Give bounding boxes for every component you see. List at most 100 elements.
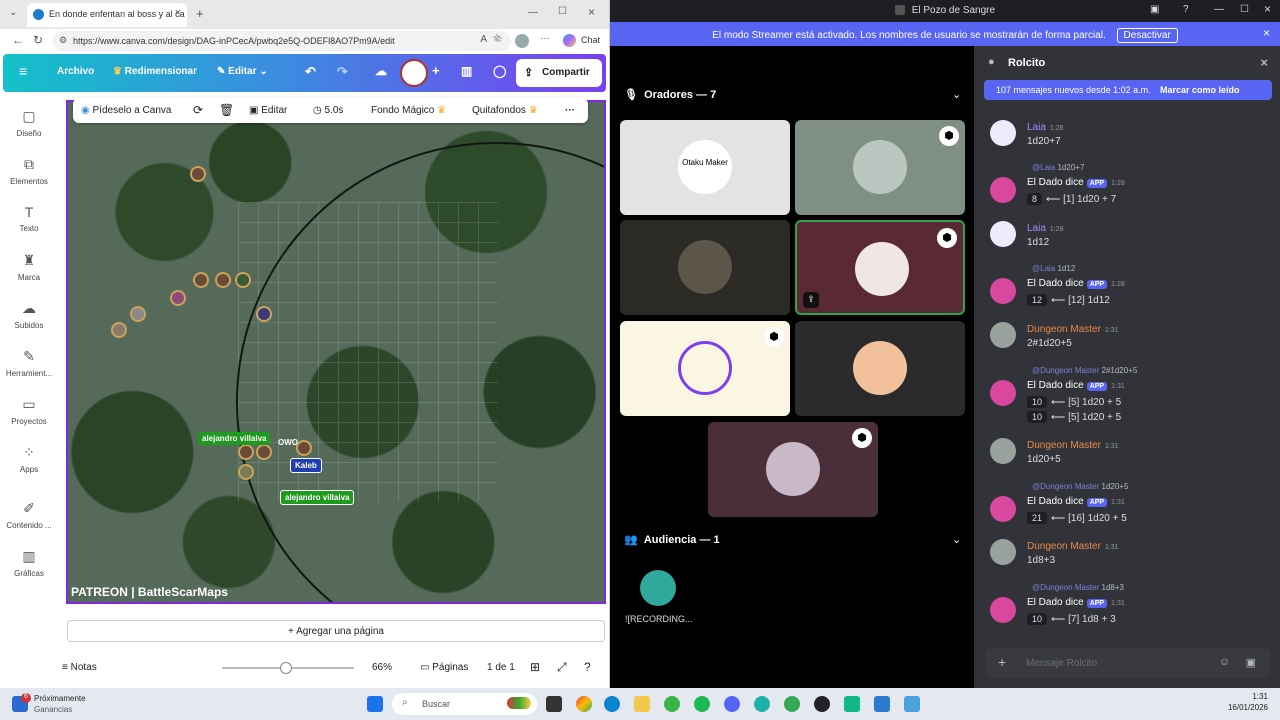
photos-icon[interactable] [874,696,890,712]
rail-charts[interactable]: ▥ Gráficas [0,548,58,578]
rail-elements[interactable]: ⧉ Elementos [0,156,58,186]
clock[interactable]: 1:31 16/01/2026 [1228,692,1268,712]
token-3[interactable] [215,272,231,288]
refresh-icon[interactable]: ↻ [33,33,43,47]
app-icon[interactable] [844,696,860,712]
file-menu[interactable]: Archivo [57,66,94,77]
reply-reference[interactable]: @Dungeon Master 1d20+5 [1032,482,1128,491]
chrome-profile-icon[interactable] [784,696,800,712]
rail-tools[interactable]: ✎ Herramient... [0,348,58,378]
deactivate-button[interactable]: Desactivar [1116,28,1178,43]
reply-reference[interactable]: @Laia 1d20+7 [1032,163,1084,172]
message-author[interactable]: El Dado dice APP 1:31 [1027,496,1125,507]
token-4[interactable] [235,272,251,288]
dm-avatar[interactable] [990,539,1016,565]
dice-bot-avatar[interactable] [990,380,1016,406]
comment-icon[interactable]: ◯ [493,64,506,78]
add-page-button[interactable]: + Agregar una página [67,620,605,642]
minimize-icon[interactable]: — [1214,4,1224,15]
close-window-icon[interactable]: × [588,5,595,19]
help-icon[interactable]: ? [584,660,591,674]
maximize-icon[interactable]: ☐ [558,6,567,17]
fullscreen-icon[interactable]: ⤢ [557,660,567,675]
bg-remover-button[interactable]: Quitafondos ♛ [472,105,538,116]
start-windows-icon[interactable] [367,696,383,712]
favorites-icon[interactable]: ☆ [492,33,501,44]
pages-button[interactable]: ▭ Páginas [420,662,468,673]
message-input[interactable]: + Mensaje Rolcito ☺ ▣ [986,648,1270,678]
audience-avatar[interactable] [640,570,676,606]
token-12[interactable] [238,464,254,480]
reply-reference[interactable]: @Laia 1d12 [1032,264,1075,273]
message-author[interactable]: Dungeon Master 1:31 [1027,440,1119,451]
close-tab-icon[interactable]: × [175,7,181,19]
collapse-speakers-icon[interactable]: ⌄ [952,88,961,101]
url-field[interactable]: ⚙ https://www.canva.com/design/DAG-inPCe… [53,31,511,51]
mark-read-button[interactable]: Marcar como leído [1160,85,1240,95]
more-icon[interactable]: ··· [540,33,550,44]
delete-icon[interactable]: 🗑 [219,103,234,117]
maximize-icon[interactable]: ☐ [1240,4,1249,15]
rail-brand[interactable]: ♜ Marca [0,252,58,282]
speaker-tile-5[interactable]: ⬢ [620,321,790,416]
tab-list-icon[interactable]: ⌄ [9,7,17,18]
undo-icon[interactable]: ↶ [305,64,316,80]
emoji-icon[interactable]: ☺ [1219,656,1230,668]
discord-icon[interactable] [724,696,740,712]
github-icon[interactable] [814,696,830,712]
design-canvas[interactable]: alejandro villalva OWO Kaleb alejandro v… [66,100,606,604]
laia-avatar[interactable] [990,120,1016,146]
calculator-icon[interactable] [904,696,920,712]
zoom-level[interactable]: 66% [372,662,392,673]
inbox-icon[interactable]: ▣ [1150,4,1159,15]
dice-bot-avatar[interactable] [990,177,1016,203]
grid-view-icon[interactable]: ⊞ [530,660,540,674]
rail-design[interactable]: ▢ Diseño [0,108,58,138]
reply-reference[interactable]: @Dungeon Master 1d8+3 [1032,583,1124,592]
more-options-icon[interactable]: ··· [565,105,575,116]
token-9[interactable] [238,444,254,460]
collaborator-avatar[interactable] [400,59,428,87]
dice-bot-avatar[interactable] [990,278,1016,304]
speaker-tile-7[interactable]: ⬢ [708,422,878,517]
new-messages-bar[interactable]: 107 mensajes nuevos desde 1:02 a.m. Marc… [984,80,1272,100]
rail-apps[interactable]: ⁘ Apps [0,444,58,474]
close-banner-icon[interactable]: × [1263,26,1270,40]
site-info-icon[interactable]: ⚙ [59,35,67,46]
speaker-tile-6[interactable] [795,321,965,416]
rail-uploads[interactable]: ☁ Subidos [0,300,58,330]
task-view-icon[interactable] [546,696,562,712]
rail-content[interactable]: ✐ Contenido ... [0,500,58,530]
minimize-icon[interactable]: — [528,7,538,18]
chat-label[interactable]: Chat [581,35,600,45]
message-author[interactable]: El Dado dice APP 1:31 [1027,380,1125,391]
speaker-tile-3[interactable] [620,220,790,315]
token-7[interactable] [111,322,127,338]
notes-button[interactable]: ≡ Notas [62,662,97,673]
dm-avatar[interactable] [990,438,1016,464]
message-author[interactable]: El Dado dice APP 1:31 [1027,597,1125,608]
replace-icon[interactable]: ⟳ [193,103,203,117]
duration-button[interactable]: ◷ 5.0s [313,105,343,116]
edge-icon[interactable] [604,696,620,712]
profile-avatar[interactable] [515,34,529,48]
ask-canva-button[interactable]: ◉ Pídeselo a Canva [81,105,171,116]
hamburger-menu-icon[interactable]: ≡ [19,63,27,79]
chrome-icon[interactable] [576,696,592,712]
insights-chart-icon[interactable]: ▥ [461,64,472,78]
rail-projects[interactable]: ▭ Proyectos [0,396,58,426]
file-explorer-icon[interactable] [634,696,650,712]
dice-bot-avatar[interactable] [990,597,1016,623]
message-author[interactable]: El Dado dice APP 1:28 [1027,278,1125,289]
token-1[interactable] [190,166,206,182]
message-author[interactable]: Dungeon Master 1:31 [1027,324,1119,335]
token-2[interactable] [193,272,209,288]
edit-menu[interactable]: ✎ Editar ⌄ [217,66,268,77]
token-6[interactable] [130,306,146,322]
reply-reference[interactable]: @Dungeon Master 2#1d20+5 [1032,366,1137,375]
copilot-icon[interactable] [563,34,576,47]
close-window-icon[interactable]: × [1264,2,1271,16]
new-tab-icon[interactable]: + [196,6,204,21]
audience-header[interactable]: 👥 Audiencia — 1 [624,533,720,546]
close-chat-icon[interactable]: × [1260,55,1268,70]
